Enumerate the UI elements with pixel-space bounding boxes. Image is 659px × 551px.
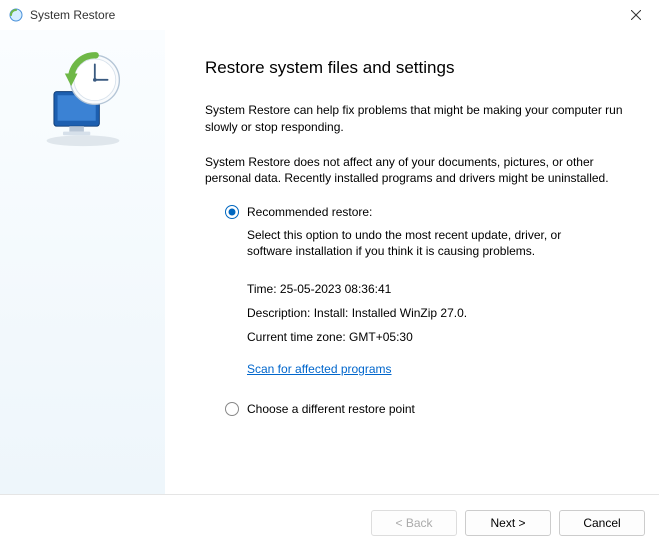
main-panel: Restore system files and settings System… xyxy=(165,30,659,494)
radio-different[interactable] xyxy=(225,402,239,416)
restore-illustration-icon xyxy=(33,48,133,148)
close-button[interactable] xyxy=(613,0,659,30)
tz-value: GMT+05:30 xyxy=(349,330,413,344)
restore-timezone: Current time zone: GMT+05:30 xyxy=(247,330,629,344)
radio-recommended[interactable] xyxy=(225,205,239,219)
intro-paragraph-2: System Restore does not affect any of yo… xyxy=(205,154,629,188)
restore-description: Description: Install: Installed WinZip 2… xyxy=(247,306,629,320)
recommended-description: Select this option to undo the most rece… xyxy=(247,227,587,259)
close-icon xyxy=(631,10,641,20)
wizard-footer: < Back Next > Cancel xyxy=(0,495,659,551)
restore-time: Time: 25-05-2023 08:36:41 xyxy=(247,282,629,296)
desc-label: Description: xyxy=(247,306,314,320)
recommended-restore-option[interactable]: Recommended restore: xyxy=(225,205,629,219)
time-value: 25-05-2023 08:36:41 xyxy=(280,282,391,296)
system-restore-icon xyxy=(8,7,24,23)
time-label: Time: xyxy=(247,282,280,296)
content-area: Restore system files and settings System… xyxy=(0,30,659,495)
restore-options: Recommended restore: Select this option … xyxy=(225,205,629,415)
back-button: < Back xyxy=(371,510,457,536)
sidebar-image-panel xyxy=(0,30,165,494)
titlebar: System Restore xyxy=(0,0,659,30)
different-label: Choose a different restore point xyxy=(247,402,415,416)
scan-affected-programs-link[interactable]: Scan for affected programs xyxy=(247,362,392,376)
next-button[interactable]: Next > xyxy=(465,510,551,536)
tz-label: Current time zone: xyxy=(247,330,349,344)
desc-value: Install: Installed WinZip 27.0. xyxy=(314,306,467,320)
intro-paragraph-1: System Restore can help fix problems tha… xyxy=(205,102,629,136)
different-restore-option[interactable]: Choose a different restore point xyxy=(225,402,629,416)
page-heading: Restore system files and settings xyxy=(205,58,629,78)
window-title: System Restore xyxy=(30,8,115,22)
cancel-button[interactable]: Cancel xyxy=(559,510,645,536)
recommended-label: Recommended restore: xyxy=(247,205,372,219)
